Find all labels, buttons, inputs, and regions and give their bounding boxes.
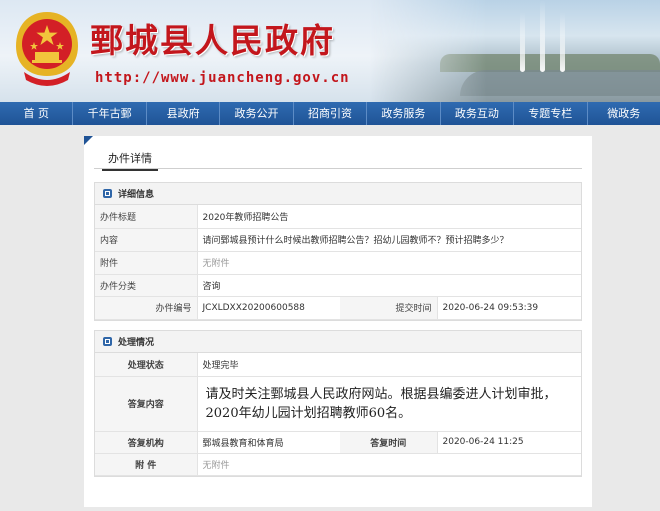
detail-number-label: 办件编号 bbox=[95, 296, 198, 320]
handling-org-label: 答复机构 bbox=[95, 431, 198, 454]
detail-submit-time-value: 2020-06-24 09:53:39 bbox=[437, 296, 581, 320]
detail-attachment-value: 无附件 bbox=[197, 251, 581, 275]
handling-status-label: 处理状态 bbox=[95, 353, 198, 377]
handling-section-title: 处理情况 bbox=[118, 338, 155, 348]
nav-item-investment[interactable]: 招商引资 bbox=[294, 102, 368, 125]
detail-content-value: 请问鄄城县预计什么时候出教师招聘公告？招幼儿园教师不？预计招聘多少？ bbox=[197, 228, 581, 252]
detail-title-label: 办件标题 bbox=[95, 205, 198, 229]
nav-item-special-topics[interactable]: 专题专栏 bbox=[514, 102, 588, 125]
handling-reply-label: 答复内容 bbox=[95, 376, 198, 432]
nav-item-government-affairs-disclosure[interactable]: 政务公开 bbox=[220, 102, 294, 125]
detail-row-content: 内容 请问鄄城县预计什么时候出教师招聘公告？招幼儿园教师不？预计招聘多少？ bbox=[95, 228, 581, 252]
site-title[interactable]: 鄄城县人民政府 bbox=[90, 14, 335, 62]
handling-row-status: 处理状态 处理完毕 bbox=[95, 353, 581, 377]
handling-row-org: 答复机构 鄄城县教育和体育局 答复时间 2020-06-24 11:25 bbox=[95, 431, 581, 454]
detail-section-title: 详细信息 bbox=[118, 190, 155, 200]
tab-bar: 办件详情 bbox=[94, 150, 582, 171]
handling-attachment-value: 无附件 bbox=[197, 453, 581, 476]
handling-table: 处理状态 处理完毕 答复内容 请及时关注鄄城县人民政府网站。根据县编委进人计划审… bbox=[95, 353, 581, 476]
nav-item-micro-government[interactable]: 微政务 bbox=[588, 102, 660, 125]
detail-row-number: 办件编号 JCXLDXX20200600588 提交时间 2020-06-24 … bbox=[95, 296, 581, 320]
national-emblem-icon bbox=[16, 12, 78, 86]
nav-item-government-services[interactable]: 政务服务 bbox=[367, 102, 441, 125]
handling-section: 处理情况 处理状态 处理完毕 答复内容 请及时关注鄄城县人民政府网站。根据县编委… bbox=[94, 330, 582, 477]
handling-attachment-label: 附 件 bbox=[95, 453, 198, 476]
detail-attachment-label: 附件 bbox=[95, 251, 198, 275]
tab-case-details[interactable]: 办件详情 bbox=[102, 150, 158, 171]
detail-title-value: 2020年教师招聘公告 bbox=[197, 205, 581, 229]
detail-category-value: 咨询 bbox=[197, 274, 581, 297]
detail-row-title: 办件标题 2020年教师招聘公告 bbox=[95, 205, 581, 229]
header-banner-photo bbox=[370, 0, 660, 102]
detail-table: 办件标题 2020年教师招聘公告 内容 请问鄄城县预计什么时候出教师招聘公告？招… bbox=[95, 205, 581, 320]
main-nav: 首 页 千年古鄄 县政府 政务公开 招商引资 政务服务 政务互动 专题专栏 微政… bbox=[0, 102, 660, 125]
detail-row-category: 办件分类 咨询 bbox=[95, 274, 581, 297]
detail-content-label: 内容 bbox=[95, 228, 198, 252]
handling-reply-time-label: 答复时间 bbox=[340, 431, 438, 454]
detail-submit-time-label: 提交时间 bbox=[340, 296, 438, 320]
detail-row-attachment: 附件 无附件 bbox=[95, 251, 581, 275]
nav-item-county-government[interactable]: 县政府 bbox=[147, 102, 221, 125]
site-url[interactable]: http://www.juancheng.gov.cn bbox=[95, 70, 350, 86]
detail-section-header: 详细信息 bbox=[95, 183, 581, 205]
handling-row-attachment: 附 件 无附件 bbox=[95, 453, 581, 476]
nav-item-home[interactable]: 首 页 bbox=[0, 102, 74, 125]
detail-category-label: 办件分类 bbox=[95, 274, 198, 297]
handling-org-value: 鄄城县教育和体育局 bbox=[197, 431, 340, 454]
handling-status-value: 处理完毕 bbox=[197, 353, 581, 377]
nav-item-interaction[interactable]: 政务互动 bbox=[441, 102, 515, 125]
info-icon bbox=[103, 337, 112, 346]
nav-item-history[interactable]: 千年古鄄 bbox=[73, 102, 147, 125]
handling-reply-value: 请及时关注鄄城县人民政府网站。根据县编委进人计划审批，2020年幼儿园计划招聘教… bbox=[197, 376, 581, 432]
handling-row-reply: 答复内容 请及时关注鄄城县人民政府网站。根据县编委进人计划审批，2020年幼儿园… bbox=[95, 376, 581, 432]
site-header: 鄄城县人民政府 http://www.juancheng.gov.cn bbox=[0, 0, 660, 102]
info-icon bbox=[103, 189, 112, 198]
handling-reply-time-value: 2020-06-24 11:25 bbox=[437, 431, 581, 454]
content-panel: 办件详情 详细信息 办件标题 2020年教师招聘公告 内容 请问鄄城县预计什么时… bbox=[84, 136, 592, 507]
detail-section: 详细信息 办件标题 2020年教师招聘公告 内容 请问鄄城县预计什么时候出教师招… bbox=[94, 182, 582, 321]
detail-number-value: JCXLDXX20200600588 bbox=[197, 296, 340, 320]
corner-marker bbox=[84, 136, 93, 145]
handling-section-header: 处理情况 bbox=[95, 331, 581, 353]
